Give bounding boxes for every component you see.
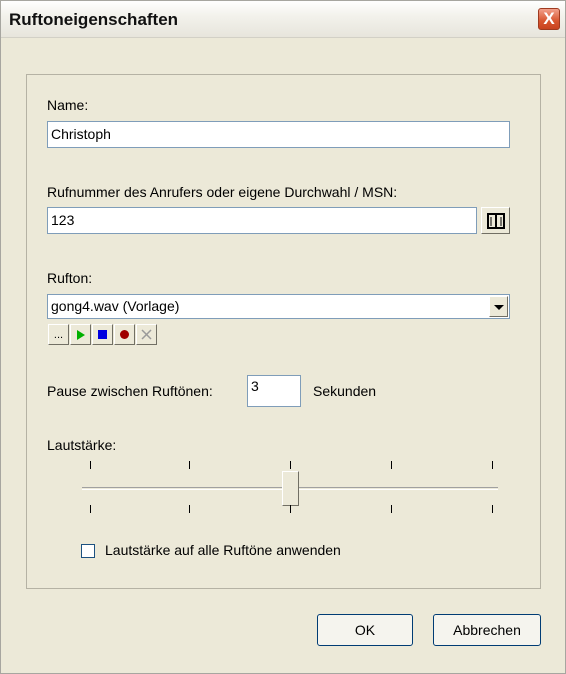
apply-all-label[interactable]: Lautstärke auf alle Ruftöne anwenden bbox=[105, 542, 341, 558]
pause-label: Pause zwischen Ruftönen: bbox=[47, 383, 213, 399]
phonebook-icon bbox=[486, 213, 505, 229]
title-bar: Ruftoneigenschaften X bbox=[1, 1, 565, 38]
play-button[interactable] bbox=[70, 324, 91, 345]
slider-tick bbox=[189, 505, 190, 513]
slider-tick bbox=[492, 461, 493, 469]
slider-tick bbox=[290, 461, 291, 469]
slider-thumb[interactable] bbox=[282, 471, 299, 506]
record-button[interactable] bbox=[114, 324, 135, 345]
delete-icon bbox=[141, 329, 152, 340]
phonebook-button[interactable] bbox=[481, 207, 510, 234]
dialog-window: Ruftoneigenschaften X Name: Christoph Ru… bbox=[0, 0, 566, 674]
play-icon bbox=[76, 329, 85, 340]
slider-tick bbox=[492, 505, 493, 513]
cancel-button[interactable]: Abbrechen bbox=[433, 614, 541, 646]
slider-tick bbox=[391, 505, 392, 513]
slider-tick bbox=[90, 505, 91, 513]
chevron-down-icon bbox=[493, 305, 504, 310]
ringtone-selected-value: gong4.wav (Vorlage) bbox=[51, 298, 180, 314]
number-input[interactable]: 123 bbox=[47, 207, 477, 234]
ringtone-label: Rufton: bbox=[47, 270, 93, 286]
dropdown-button[interactable] bbox=[489, 296, 508, 317]
slider-tick bbox=[189, 461, 190, 469]
number-label: Rufnummer des Anrufers oder eigene Durch… bbox=[47, 184, 398, 200]
apply-all-checkbox[interactable] bbox=[81, 544, 95, 558]
browse-button[interactable]: ... bbox=[48, 324, 69, 345]
window-title: Ruftoneigenschaften bbox=[9, 10, 179, 29]
slider-tick bbox=[391, 461, 392, 469]
slider-tick bbox=[290, 505, 291, 513]
ringtone-select[interactable]: gong4.wav (Vorlage) bbox=[47, 294, 510, 319]
name-input[interactable]: Christoph bbox=[47, 121, 510, 148]
close-button[interactable]: X bbox=[538, 8, 560, 30]
record-icon bbox=[120, 330, 129, 339]
stop-icon bbox=[98, 330, 107, 339]
close-icon: X bbox=[543, 9, 555, 28]
ok-button[interactable]: OK bbox=[317, 614, 413, 646]
pause-input[interactable]: 3 bbox=[247, 375, 301, 407]
stop-button[interactable] bbox=[92, 324, 113, 345]
slider-tick bbox=[90, 461, 91, 469]
pause-unit-label: Sekunden bbox=[313, 383, 377, 399]
volume-label: Lautstärke: bbox=[47, 437, 117, 453]
delete-button[interactable] bbox=[136, 324, 157, 345]
name-label: Name: bbox=[47, 97, 89, 113]
